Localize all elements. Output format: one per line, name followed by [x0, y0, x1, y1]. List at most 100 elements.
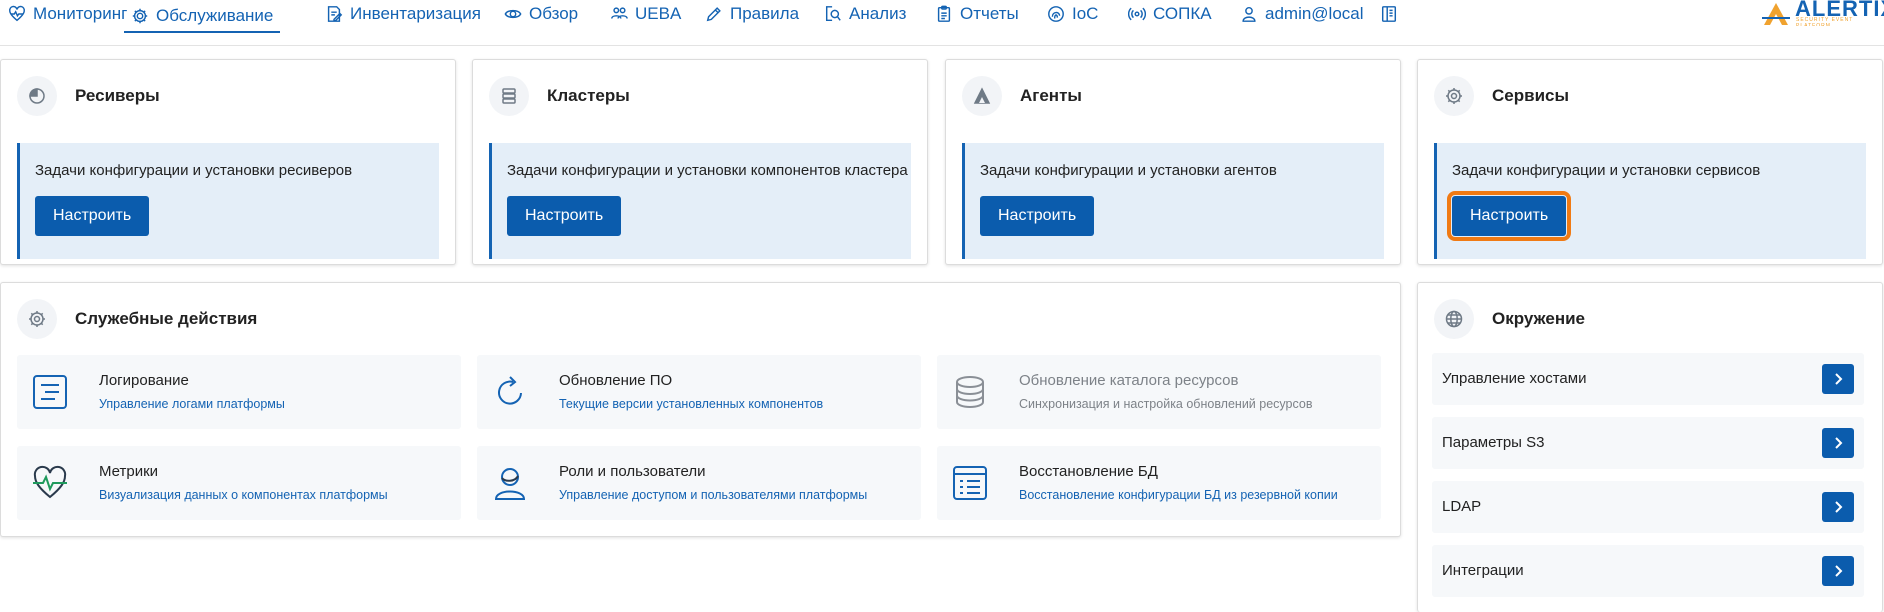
open-s3-button[interactable]: [1822, 428, 1854, 458]
book-icon: [1381, 6, 1397, 22]
nav-inventory[interactable]: Инвентаризация: [325, 0, 481, 28]
gear-icon: [132, 8, 148, 23]
action-software-update[interactable]: Обновление ПО Текущие версии установленн…: [477, 355, 921, 429]
nav-docs[interactable]: [1380, 0, 1398, 28]
env-item-label: Интеграции: [1442, 562, 1524, 579]
card-body: Задачи конфигурации и установки ресиверо…: [17, 143, 439, 259]
nav-overview[interactable]: Обзор: [504, 0, 578, 28]
action-title: Восстановление БД: [1019, 463, 1158, 480]
card-services: Сервисы Задачи конфигурации и установки …: [1417, 59, 1883, 265]
nav-monitoring[interactable]: Мониторинг: [8, 0, 127, 28]
environment-panel: Окружение Управление хостами Параметры S…: [1417, 282, 1883, 612]
action-logging[interactable]: Логирование Управление логами платформы: [17, 355, 461, 429]
open-hosts-button[interactable]: [1822, 364, 1854, 394]
card-receivers: Ресиверы Задачи конфигурации и установки…: [0, 59, 456, 265]
analysis-icon: [825, 6, 841, 22]
nav-ueba-label: UEBA: [635, 4, 682, 23]
nav-monitoring-label: Мониторинг: [33, 4, 128, 23]
panel-title: Служебные действия: [75, 309, 258, 328]
panel-title: Окружение: [1492, 309, 1586, 328]
card-header: Кластеры: [489, 76, 630, 116]
top-navigation: Мониторинг Обслуживание Инвентаризация О…: [0, 0, 1884, 38]
configure-services-button[interactable]: Настроить: [1446, 191, 1572, 241]
action-title: Обновление ПО: [559, 372, 673, 389]
globe-icon: [1434, 299, 1474, 339]
eye-icon: [504, 9, 522, 19]
panel-header: Служебные действия: [17, 299, 257, 339]
alertix-logo: ALERTIX SECURITY EVENT PLATFORM: [1762, 0, 1884, 26]
card-title: Сервисы: [1492, 86, 1569, 105]
card-agents: Агенты Задачи конфигурации и установки а…: [945, 59, 1401, 265]
chevron-right-icon: [1835, 437, 1843, 449]
list-doc-icon: [31, 373, 69, 411]
nav-inventory-label: Инвентаризация: [350, 4, 481, 23]
configure-receivers-button[interactable]: Настроить: [35, 196, 150, 236]
card-body: Задачи конфигурации и установки сервисов…: [1434, 143, 1866, 259]
users-icon: [611, 7, 628, 19]
logo-mark-icon: [1762, 3, 1790, 25]
clipboard-icon: [937, 5, 951, 22]
pencil-icon: [706, 7, 721, 22]
env-item-label: Управление хостами: [1442, 370, 1587, 387]
nav-reports[interactable]: Отчеты: [935, 0, 1019, 28]
list-restore-icon: [951, 464, 989, 502]
open-ldap-button[interactable]: [1822, 492, 1854, 522]
card-header: Ресиверы: [17, 76, 160, 116]
nav-rules[interactable]: Правила: [705, 0, 799, 28]
card-body: Задачи конфигурации и установки компонен…: [489, 143, 911, 259]
user-icon: [1242, 6, 1256, 22]
logo-tagline: SECURITY EVENT PLATFORM: [1796, 17, 1854, 26]
configure-agents-button[interactable]: Настроить: [980, 196, 1095, 236]
env-item-hosts: Управление хостами: [1432, 353, 1864, 405]
card-description: Задачи конфигурации и установки сервисов: [1452, 162, 1761, 179]
gear-icon: [1434, 76, 1474, 116]
action-title: Обновление каталога ресурсов: [1019, 372, 1239, 389]
nav-analysis[interactable]: Анализ: [824, 0, 906, 28]
env-item-label: LDAP: [1442, 498, 1482, 515]
nav-reports-label: Отчеты: [960, 4, 1019, 23]
env-item-s3: Параметры S3: [1432, 417, 1864, 469]
database-icon: [951, 373, 989, 411]
action-db-restore[interactable]: Восстановление БД Восстановление конфигу…: [937, 446, 1381, 520]
cluster-icon: [489, 76, 529, 116]
card-title: Ресиверы: [75, 86, 160, 105]
card-body: Задачи конфигурации и установки агентов …: [962, 143, 1384, 259]
nav-ueba[interactable]: UEBA: [610, 0, 681, 28]
card-description: Задачи конфигурации и установки ресиверо…: [35, 162, 353, 179]
nav-overview-label: Обзор: [529, 4, 579, 23]
card-header: Агенты: [962, 76, 1082, 116]
nav-maintenance[interactable]: Обслуживание: [124, 0, 281, 33]
chevron-right-icon: [1835, 373, 1843, 385]
nav-ioc[interactable]: IoC: [1047, 0, 1098, 28]
card-header: Сервисы: [1434, 76, 1569, 116]
action-metrics[interactable]: Метрики Визуализация данных о компонента…: [17, 446, 461, 520]
heart-pulse-icon: [31, 464, 69, 502]
chevron-right-icon: [1835, 565, 1843, 577]
nav-rules-label: Правила: [730, 4, 800, 23]
nav-sopka-label: СОПКА: [1153, 4, 1212, 23]
card-clusters: Кластеры Задачи конфигурации и установки…: [472, 59, 928, 265]
action-roles-users[interactable]: Роли и пользователи Управление доступом …: [477, 446, 921, 520]
env-item-label: Параметры S3: [1442, 434, 1545, 451]
card-title: Агенты: [1020, 86, 1082, 105]
nav-sopka[interactable]: СОПКА: [1128, 0, 1212, 28]
action-title: Логирование: [99, 372, 189, 389]
card-title: Кластеры: [547, 86, 630, 105]
action-subtitle: Визуализация данных о компонентах платфо…: [99, 488, 388, 502]
nav-divider: [0, 45, 1884, 46]
action-subtitle: Восстановление конфигурации БД из резерв…: [1019, 488, 1338, 502]
agent-icon: [962, 76, 1002, 116]
env-item-ldap: LDAP: [1432, 481, 1864, 533]
action-resource-catalog-update[interactable]: Обновление каталога ресурсов Синхронизац…: [937, 355, 1381, 429]
action-subtitle: Управление логами платформы: [99, 397, 285, 411]
nav-maintenance-label: Обслуживание: [156, 5, 274, 25]
open-integrations-button[interactable]: [1822, 556, 1854, 586]
action-title: Роли и пользователи: [559, 463, 706, 480]
card-description: Задачи конфигурации и установки компонен…: [507, 162, 908, 179]
configure-clusters-button[interactable]: Настроить: [507, 196, 622, 236]
heart-pulse-icon: [9, 5, 25, 22]
user-icon: [491, 464, 529, 502]
edit-document-icon: [327, 6, 343, 22]
action-subtitle: Текущие версии установленных компонентов: [559, 397, 824, 411]
nav-user[interactable]: admin@local: [1240, 0, 1364, 28]
